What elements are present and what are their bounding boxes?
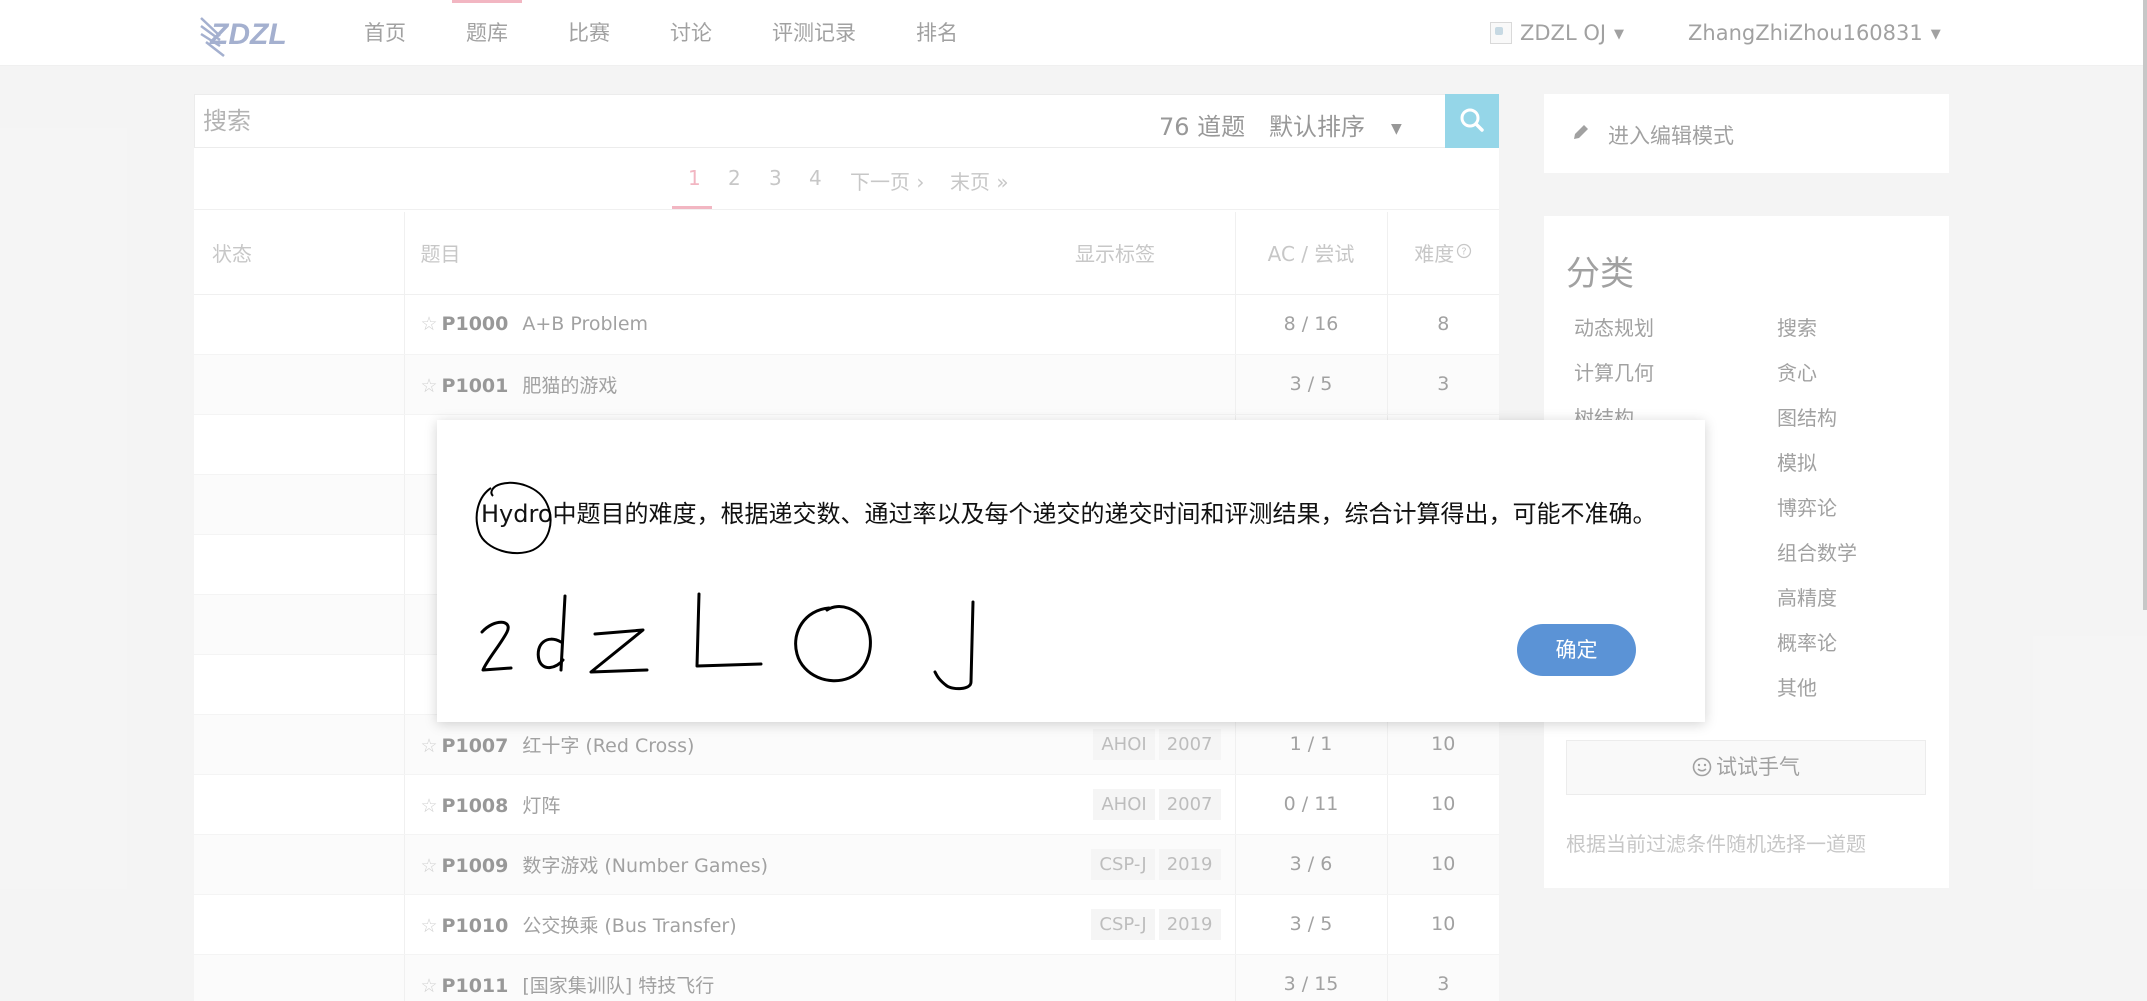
dialog-message-text: 中题目的难度，根据递交数、通过率以及每个递交的递交时间和评测结果，综合计算得出，… [552, 500, 1657, 528]
hydro-word-wrap: Hydro [475, 481, 553, 555]
handwritten-signature [480, 592, 975, 691]
difficulty-info-dialog: Hydro 中题目的难度，根据递交数、通过率以及每个递交的递交时间和评测结果，综… [437, 420, 1705, 722]
hand-drawn-circle-annotation [475, 481, 552, 555]
confirm-button[interactable]: 确定 [1517, 624, 1636, 676]
dialog-message: Hydro 中题目的难度，根据递交数、通过率以及每个递交的递交时间和评测结果，综… [475, 481, 1657, 555]
